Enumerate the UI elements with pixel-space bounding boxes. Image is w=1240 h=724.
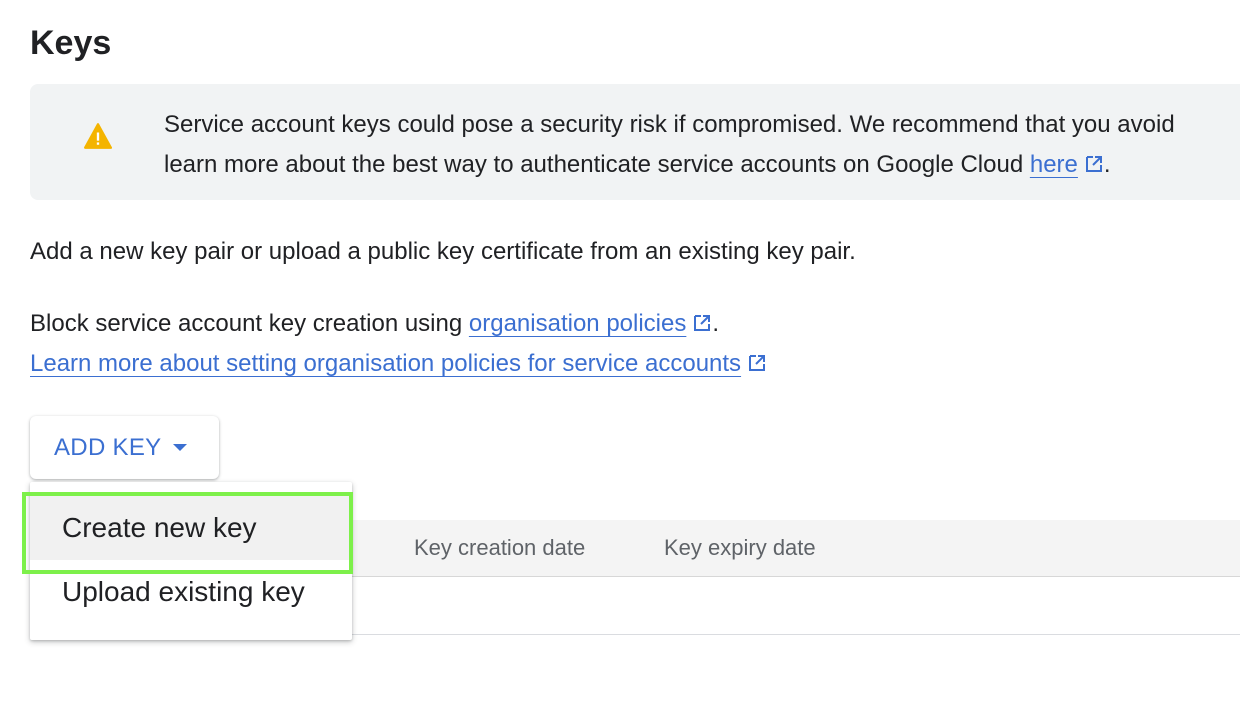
block-prefix: Block service account key creation using: [30, 310, 469, 337]
column-header-key-expiry-date[interactable]: Key expiry date: [664, 535, 816, 561]
external-link-icon: [1085, 156, 1102, 172]
block-suffix: .: [712, 310, 720, 337]
add-key-label: ADD KEY: [54, 433, 162, 461]
security-warning-banner: Service account keys could pose a securi…: [30, 84, 1240, 200]
page-title: Keys: [30, 24, 112, 62]
menu-item-upload-existing-key[interactable]: Upload existing key: [30, 560, 352, 624]
warning-icon: [84, 123, 112, 149]
learn-more-line: Learn more about setting organisation po…: [30, 347, 767, 381]
external-link-icon: [749, 355, 766, 371]
warning-text: Service account keys could pose a securi…: [164, 105, 1240, 185]
learn-more-link[interactable]: Learn more about setting organisation po…: [30, 350, 741, 377]
keys-page: Keys Service account keys could pose a s…: [0, 0, 1240, 724]
here-link[interactable]: here: [1030, 151, 1078, 178]
warning-line-1: Service account keys could pose a securi…: [164, 111, 1175, 138]
column-header-key-creation-date[interactable]: Key creation date: [414, 535, 585, 561]
organisation-policies-link[interactable]: organisation policies: [469, 310, 686, 337]
warning-line-2-text: learn more about the best way to authent…: [164, 151, 1030, 178]
caret-down-icon: [173, 444, 188, 451]
external-link-icon: [694, 315, 711, 331]
block-key-creation-text: Block service account key creation using…: [30, 307, 719, 341]
add-key-dropdown-menu: Create new key Upload existing key: [30, 482, 352, 640]
add-key-button[interactable]: ADD KEY: [30, 416, 219, 479]
warning-line-2-suffix: .: [1103, 151, 1111, 178]
warning-line-2: learn more about the best way to authent…: [164, 145, 1240, 185]
keys-description: Add a new key pair or upload a public ke…: [30, 238, 856, 265]
menu-item-create-new-key[interactable]: Create new key: [30, 496, 352, 560]
